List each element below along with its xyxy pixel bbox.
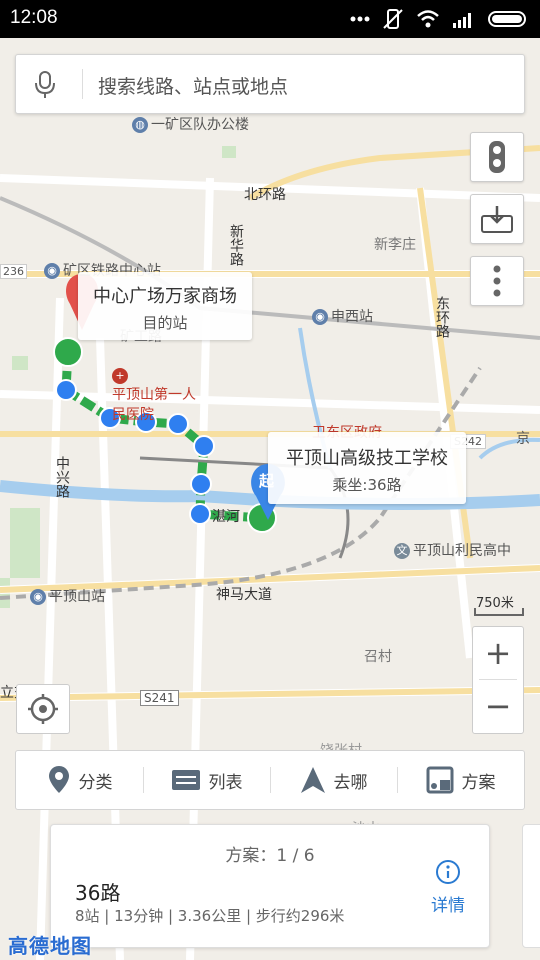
- traffic-light-icon: [489, 141, 505, 173]
- start-subtitle: 乘坐:36路: [332, 476, 402, 494]
- route-name: 36路: [75, 881, 121, 905]
- battery-icon: [488, 11, 526, 27]
- zoom-control: + −: [472, 626, 524, 734]
- locate-icon: [28, 694, 58, 724]
- map-label-zhanhe: 湛河: [212, 509, 240, 525]
- list-icon: [171, 770, 200, 790]
- wifi-icon: [417, 10, 439, 28]
- status-time: 12:08: [10, 7, 58, 28]
- station-icon: ◉: [44, 263, 60, 279]
- location-pin-icon: [48, 766, 69, 793]
- zoom-out-button[interactable]: −: [473, 680, 523, 732]
- destination-title: 中心广场万家商场: [93, 286, 237, 307]
- search-input[interactable]: 搜索线路、站点或地点: [98, 72, 288, 99]
- status-bar: 12:08: [0, 0, 540, 38]
- next-route-card[interactable]: [522, 824, 540, 948]
- road-shield-s241: S241: [140, 690, 179, 706]
- route-meta: 8站 | 13分钟 | 3.36公里 | 步行约296米: [75, 907, 345, 925]
- station-icon: ◉: [312, 309, 328, 325]
- map-label-yikuang[interactable]: ◍ 一矿区队办公楼: [132, 114, 249, 134]
- bottom-toolbar: 分类 列表 去哪 方案: [15, 750, 525, 810]
- map-label-beihuan: 北环路: [244, 187, 286, 203]
- plan-button[interactable]: 方案: [397, 751, 524, 809]
- zoom-in-button[interactable]: +: [473, 627, 523, 679]
- more-dots-icon: [350, 16, 370, 22]
- map-label-shenma: 神马大道: [216, 587, 272, 603]
- map-label-pdsz[interactable]: ◉ 平顶山站: [30, 586, 105, 606]
- map-label-jing: 京: [516, 431, 530, 447]
- map-label-limin[interactable]: 文平顶山利民高中: [394, 540, 511, 560]
- download-icon: [481, 206, 513, 233]
- search-bar[interactable]: 搜索线路、站点或地点: [15, 54, 525, 114]
- map-label-donghuan: 东环路: [434, 296, 450, 338]
- info-icon[interactable]: [435, 859, 461, 885]
- route-card[interactable]: 方案：1 / 6 36路 8站 | 13分钟 | 3.36公里 | 步行约296…: [50, 824, 490, 948]
- offline-map-button[interactable]: [470, 194, 524, 244]
- school-icon: 文: [394, 543, 410, 559]
- map-label-xinlizhuang: 新李庄: [374, 237, 416, 253]
- route-plan-icon: [426, 766, 453, 794]
- station-icon: ◉: [30, 589, 46, 605]
- amap-logo: 高德地图: [8, 934, 92, 958]
- start-callout[interactable]: 平顶山高级技工学校 乘坐:36路: [268, 432, 466, 504]
- category-button[interactable]: 分类: [16, 751, 143, 809]
- map-label-zhaocun: 召村: [364, 649, 392, 665]
- plan-index: 方案：1 / 6: [225, 846, 315, 866]
- map-label-hospital[interactable]: + 平顶山第一人民医院: [112, 368, 196, 424]
- map-label-xinhua: 新华路: [228, 224, 244, 266]
- list-button[interactable]: 列表: [143, 751, 270, 809]
- navigation-arrow-icon: [300, 767, 325, 793]
- microphone-icon[interactable]: [34, 71, 56, 99]
- signal-icon: [453, 13, 471, 28]
- vertical-dots-icon: [493, 265, 501, 297]
- start-title: 平顶山高级技工学校: [286, 448, 448, 469]
- hospital-icon: +: [112, 368, 128, 384]
- detail-button[interactable]: 详情: [431, 891, 465, 916]
- destination-callout[interactable]: 中心广场万家商场 目的站: [78, 272, 252, 340]
- road-shield-236: 236: [0, 264, 27, 279]
- building-icon: ◍: [132, 117, 148, 133]
- map-label-zhongxing: 中兴路: [54, 456, 70, 498]
- traffic-button[interactable]: [470, 132, 524, 182]
- locate-button[interactable]: [16, 684, 70, 734]
- scale-bar: [474, 608, 524, 616]
- navigate-button[interactable]: 去哪: [270, 751, 397, 809]
- map-label-shenxi[interactable]: ◉ 申西站: [312, 306, 373, 326]
- destination-subtitle: 目的站: [142, 314, 188, 332]
- more-button[interactable]: [470, 256, 524, 306]
- vibrate-off-icon: [383, 9, 403, 29]
